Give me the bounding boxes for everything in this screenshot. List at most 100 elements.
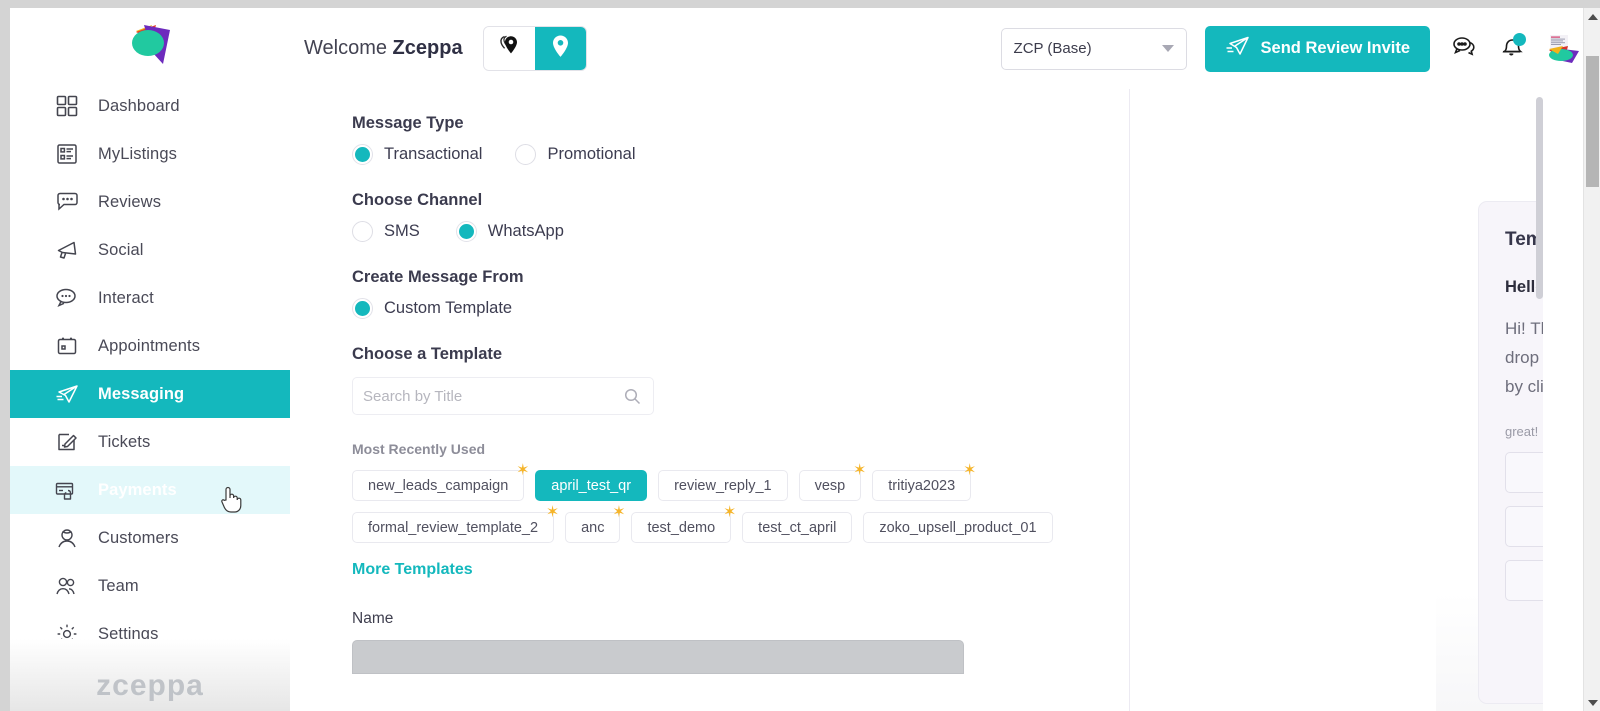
radio-indicator [352,298,373,319]
template-chip-label: vesp [814,477,846,494]
sidebar-item-label: Payments [98,480,177,499]
business-select-value: ZCP (Base) [1013,40,1092,57]
credit-card-icon [54,477,80,503]
sidebar-item-label: Interact [98,288,154,307]
star-badge-icon: ✶ [545,504,560,521]
more-templates-link[interactable]: More Templates [352,561,473,579]
app-window: Dashboard MyListings Reviews Social Inte… [0,0,1600,711]
template-search [352,377,654,415]
template-chip-row: new_leads_campaign ✶ april_test_qr revie… [352,463,1419,501]
list-card-icon [54,141,80,167]
channel-options: SMS WhatsApp [352,221,1419,242]
template-chip-label: formal_review_template_2 [368,519,539,536]
chat-bubbles-button[interactable] [1450,34,1478,64]
sidebar-item-messaging[interactable]: Messaging [10,370,290,418]
window-edge-left [0,0,10,711]
star-badge-icon: ✶ [853,462,867,479]
template-chip-label: tritiya2023 [888,477,956,494]
megaphone-icon [54,237,80,263]
template-chip-label: review_reply_1 [674,477,772,494]
template-chip[interactable]: formal_review_template_2 ✶ [352,505,559,543]
sidebar-item-tickets[interactable]: Tickets [10,418,290,466]
template-chip-label: zoko_upsell_product_01 [879,519,1037,536]
business-select[interactable]: ZCP (Base) [1000,27,1187,70]
sidebar-item-payments[interactable]: Payments [10,466,290,514]
template-chip[interactable]: vesp ✶ [798,463,866,501]
notification-dot-badge [1513,32,1526,46]
search-icon[interactable] [624,388,653,405]
template-chip[interactable]: anc ✶ [565,505,626,543]
sidebar-item-label: MyListings [98,144,177,163]
radio-indicator [455,221,477,242]
sidebar-logo[interactable] [10,8,290,80]
message-type-label: Message Type [352,114,464,132]
main-content: Message Type Transactional Promotional C… [290,89,1543,711]
template-chip[interactable]: new_leads_campaign ✶ [352,463,529,501]
sidebar-item-team[interactable]: Team [10,562,290,610]
template-chip-selected[interactable]: april_test_qr [535,470,648,501]
template-chip[interactable]: test_ct_april [742,512,853,543]
radio-whatsapp[interactable]: WhatsApp [455,221,564,242]
top-header: Welcome Zceppa ZCP (Base) Send Review In… [290,8,1600,89]
notifications-button[interactable] [1498,32,1526,64]
chevron-down-icon [1587,699,1598,706]
message-type-group: Message Type Transactional Promotional [352,114,1419,165]
radio-label: WhatsApp [487,222,564,240]
message-type-options: Transactional Promotional [352,144,1419,165]
search-input[interactable] [353,378,624,414]
radio-label: Custom Template [384,299,513,317]
create-from-options: Custom Template [352,298,1419,319]
message-form: Message Type Transactional Promotional C… [290,89,1419,711]
sidebar-nav-list: Dashboard MyListings Reviews Social Inte… [10,80,290,658]
template-chip[interactable]: review_reply_1 [658,470,788,501]
template-chip-row: formal_review_template_2 ✶ anc ✶ test_de… [352,505,1419,543]
people-icon [54,573,80,599]
sidebar-item-reviews[interactable]: Reviews [10,178,290,226]
name-field-label: Name [352,610,394,627]
chat-bubbles-icon [1451,34,1478,63]
grid-icon [54,93,80,119]
radio-transactional[interactable]: Transactional [352,144,482,165]
template-chip[interactable]: test_demo ✶ [631,505,736,543]
template-chip[interactable]: zoko_upsell_product_01 [863,512,1053,543]
avatar[interactable] [1548,34,1582,64]
multi-location-button[interactable] [483,27,535,70]
sidebar-item-appointments[interactable]: Appointments [10,322,290,370]
chevron-up-icon [1587,13,1598,20]
create-from-label: Create Message From [352,268,524,286]
window-scrollbar[interactable] [1583,8,1600,711]
choose-template-label: Choose a Template [352,345,503,363]
single-location-button[interactable] [534,27,586,70]
template-chip[interactable]: tritiya2023 ✶ [872,463,976,501]
sidebar-item-dashboard[interactable]: Dashboard [10,82,290,130]
sidebar-item-customers[interactable]: Customers [10,514,290,562]
template-preview-card: Template Preview Hello All Hi! Thanks fo… [1478,201,1543,704]
chevron-down-icon [1161,45,1174,52]
name-input[interactable] [352,640,964,674]
radio-indicator [352,144,373,165]
single-location-pin-icon [551,34,570,64]
sidebar-item-interact[interactable]: Interact [10,274,290,322]
template-chip-label: anc [581,519,605,536]
radio-label: Transactional [384,145,483,163]
paper-plane-icon [1225,35,1250,62]
window-scrollbar-thumb[interactable] [1586,56,1599,187]
sidebar-item-social[interactable]: Social [10,226,290,274]
sidebar-item-label: Customers [98,528,179,547]
scroll-down-button[interactable] [1584,694,1600,711]
content-scrollbar-thumb[interactable] [1536,97,1543,299]
send-review-invite-button[interactable]: Send Review Invite [1204,25,1430,72]
customer-icon [54,525,80,551]
star-badge-icon: ✶ [516,462,530,479]
welcome-prefix: Welcome [304,37,393,59]
window-edge-top [0,0,1600,8]
scroll-up-button[interactable] [1584,8,1600,25]
sidebar-item-mylistings[interactable]: MyListings [10,130,290,178]
zceppa-watermark: zceppa [96,669,204,702]
radio-promotional[interactable]: Promotional [515,144,635,165]
content-scrollbar[interactable] [1536,89,1543,711]
radio-indicator [515,144,537,165]
radio-sms[interactable]: SMS [352,221,420,242]
chat-dots-icon [54,285,80,311]
radio-custom-template[interactable]: Custom Template [352,298,512,319]
